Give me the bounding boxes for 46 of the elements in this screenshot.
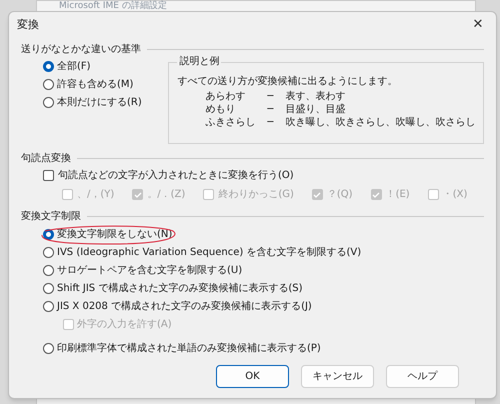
arrow-text: ─ (267, 116, 274, 129)
radio-label: サロゲートペアを含む文字を制限する(U) (57, 264, 242, 277)
group-title: 送りがなとかな違いの基準 (21, 43, 141, 56)
radio-button[interactable] (43, 283, 54, 294)
arrow-text: ─ (267, 90, 274, 103)
checkbox-label: ！(E) (386, 188, 410, 201)
radio-button[interactable] (43, 97, 54, 108)
checkbox-label: 句読点などの文字が入力されたときに変換を行う(O) (58, 169, 294, 182)
example-result: 目盛り、目盛 (285, 103, 346, 116)
description-text: すべての送り方が変換候補に出るようにします。 (177, 75, 398, 88)
radio-button[interactable] (43, 301, 54, 312)
example-reading: あらわす (205, 90, 246, 103)
checkbox-label: 終わりかっこ(G) (218, 188, 294, 201)
example-reading: ふきさらし (205, 116, 256, 129)
example-result: 吹き曝し、吹きさらし、吹曝し、吹さらし (285, 116, 476, 129)
dialog-title: 変換 (17, 18, 39, 31)
radio-label: 変換文字制限をしない(N) (57, 228, 172, 241)
checkbox-label: 。/．(Z) (147, 188, 186, 201)
radio-label: 本則だけにする(R) (57, 96, 142, 109)
radio-button[interactable] (43, 247, 54, 258)
window-title: Microsoft IME の詳細設定 (59, 1, 167, 11)
radio-button[interactable] (43, 343, 54, 354)
checkbox-label: 外字の入力を許す(A) (77, 318, 172, 331)
radio-label: JIS X 0208 で構成された文字のみ変換候補に表示する(J) (57, 300, 312, 313)
radio-label: 印刷標準字体で構成された単語のみ変換候補に表示する(P) (57, 342, 321, 355)
radio-button[interactable] (43, 265, 54, 276)
dialog-button[interactable]: キャンセル (301, 365, 374, 388)
checkbox-label: ・(X) (442, 188, 468, 201)
radio-label: 許容も含める(M) (57, 78, 134, 91)
example-reading: めもり (205, 103, 236, 116)
checkbox-label: ？(Q) (326, 188, 353, 201)
radio-label: Shift JIS で構成された文字のみ変換候補に表示する(S) (57, 282, 302, 295)
dialog-button[interactable]: OK (216, 365, 289, 388)
checkbox[interactable] (43, 170, 54, 181)
radio-label: 全部(F) (57, 60, 91, 73)
dialog-button[interactable]: ヘルプ (386, 365, 459, 388)
group-title: 変換文字制限 (21, 210, 81, 223)
radio-label: IVS (Ideographic Variation Sequence) を含む文字を制限する(V) (57, 246, 362, 259)
checkbox-label: 、/，(Y) (77, 188, 114, 201)
close-button[interactable]: ✕ (466, 14, 490, 34)
arrow-text: ─ (267, 103, 274, 116)
group-title: 句読点変換 (21, 152, 71, 165)
example-result: 表す、表わす (285, 90, 346, 103)
panel-title: 説明と例 (177, 55, 222, 68)
radio-button[interactable] (43, 61, 54, 72)
radio-button[interactable] (43, 79, 54, 90)
